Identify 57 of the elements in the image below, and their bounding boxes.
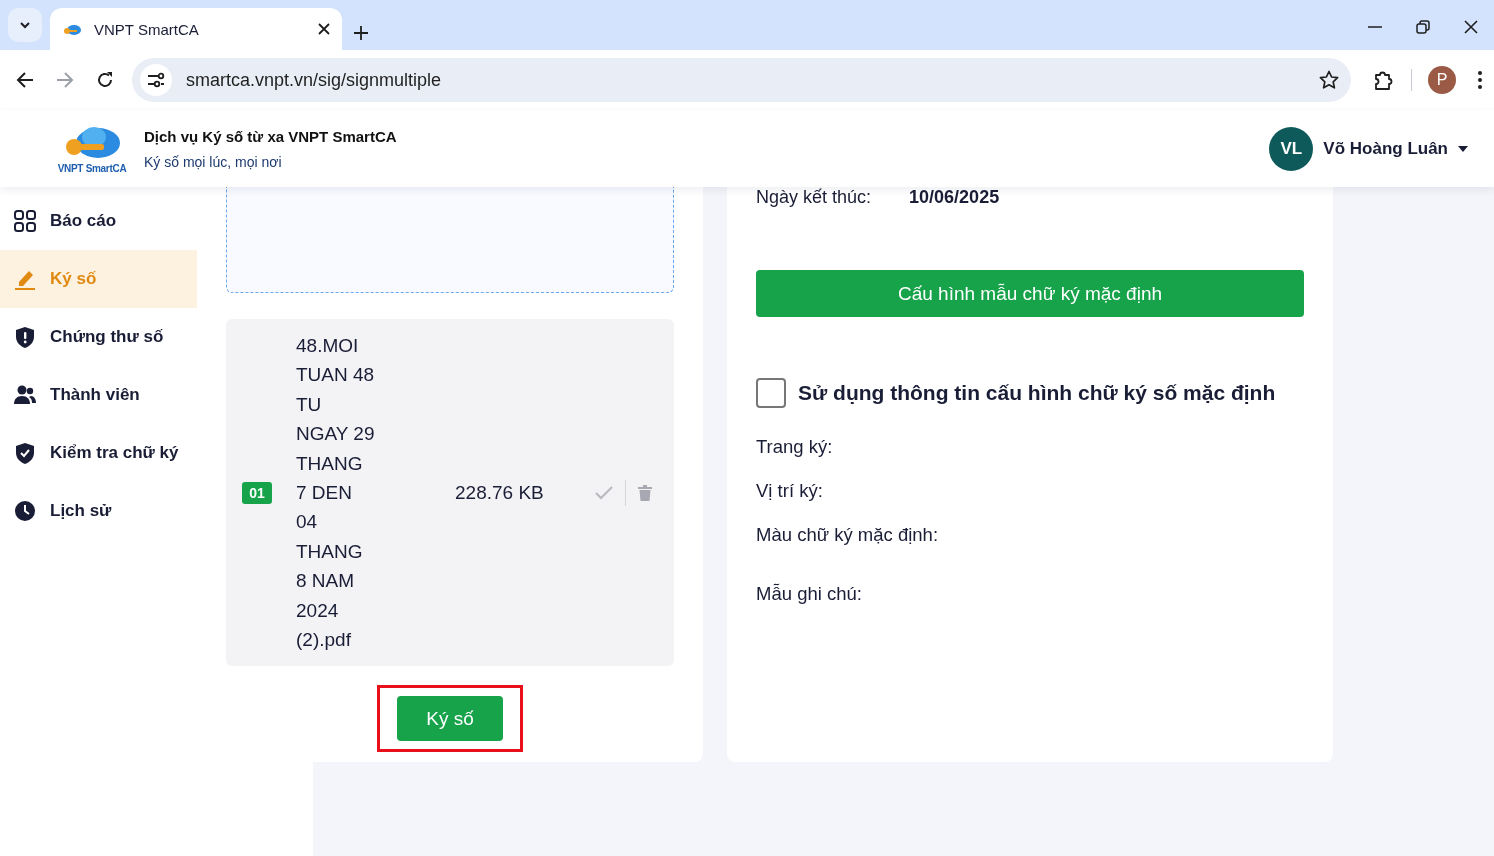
plus-icon (354, 26, 368, 40)
forward-button[interactable] (56, 71, 74, 89)
browser-tab[interactable]: VNPT SmartCA (50, 8, 342, 50)
reload-icon (96, 71, 114, 89)
logo-text: VNPT SmartCA (57, 163, 127, 174)
users-icon (14, 383, 36, 407)
back-arrow-icon (16, 71, 34, 89)
file-size: 228.76 KB (455, 481, 545, 504)
back-button[interactable] (16, 71, 34, 89)
tab-search-button[interactable] (8, 8, 42, 42)
field-value: 10/06/2025 (909, 187, 1000, 209)
sidebar-item[interactable]: Chứng thư số (0, 308, 197, 366)
extensions-button[interactable] (1373, 69, 1395, 91)
trash-icon (638, 484, 652, 501)
sidebar-item[interactable]: Lịch sử (0, 482, 197, 540)
star-icon (1319, 70, 1339, 90)
sidebar-item[interactable]: Báo cáo (0, 192, 197, 250)
close-window-button[interactable] (1464, 20, 1478, 34)
restore-button[interactable] (1416, 20, 1430, 34)
bookmark-button[interactable] (1319, 70, 1339, 90)
forward-arrow-icon (56, 71, 74, 89)
grid-icon (14, 209, 36, 233)
site-settings-icon (147, 72, 165, 88)
puzzle-icon (1373, 69, 1395, 91)
checkbox[interactable] (756, 378, 786, 408)
field-label: Mẫu ghi chú: (756, 583, 863, 605)
app-subtitle: Ký số mọi lúc, mọi nơi (144, 153, 283, 170)
caret-icon (1458, 145, 1468, 152)
chevron-down-icon (19, 19, 31, 31)
file-name: 48.MOI TUAN 48 TU NGAY 29 THANG 7 DEN 04 THANG 8 NAM 2024 (2).pdf (296, 334, 376, 653)
field-label: Màu chữ ký mặc định: (756, 524, 940, 546)
restore-icon (1416, 20, 1430, 34)
shield-alert-icon (14, 325, 36, 349)
url-text: smartca.vnpt.vn/sig/signmultiple (186, 69, 443, 91)
menu-button[interactable] (1478, 71, 1482, 89)
close-icon (1464, 20, 1478, 34)
close-tab-button[interactable] (318, 23, 330, 35)
profile-avatar[interactable]: P (1428, 66, 1456, 94)
index-badge: 01 (242, 481, 272, 504)
more-vertical-icon (1478, 71, 1482, 89)
sidebar-item[interactable]: Thành viên (0, 366, 197, 424)
reload-button[interactable] (96, 71, 114, 89)
app-title: Dịch vụ Ký số từ xa VNPT SmartCA (144, 127, 397, 145)
field-label: Ngày kết thúc: (756, 187, 872, 209)
new-tab-button[interactable] (354, 26, 368, 40)
user-menu[interactable]: VL Võ Hoàng Luân (1269, 126, 1468, 171)
clock-icon (14, 499, 36, 523)
address-bar[interactable]: smartca.vnpt.vn/sig/signmultiple (132, 58, 1351, 102)
check-icon (595, 485, 613, 500)
close-icon (318, 23, 330, 35)
user-avatar: VL (1269, 126, 1314, 171)
checkbox-label: Sử dụng thông tin cấu hình chữ ký số mặc định (798, 381, 1276, 405)
sidebar-item[interactable]: Kiểm tra chữ ký (0, 424, 197, 482)
tab-title: VNPT SmartCA (94, 20, 200, 38)
field-label: Vị trí ký: (756, 480, 824, 502)
shield-check-icon (14, 441, 36, 465)
field-label: Trang ký: (756, 436, 834, 458)
